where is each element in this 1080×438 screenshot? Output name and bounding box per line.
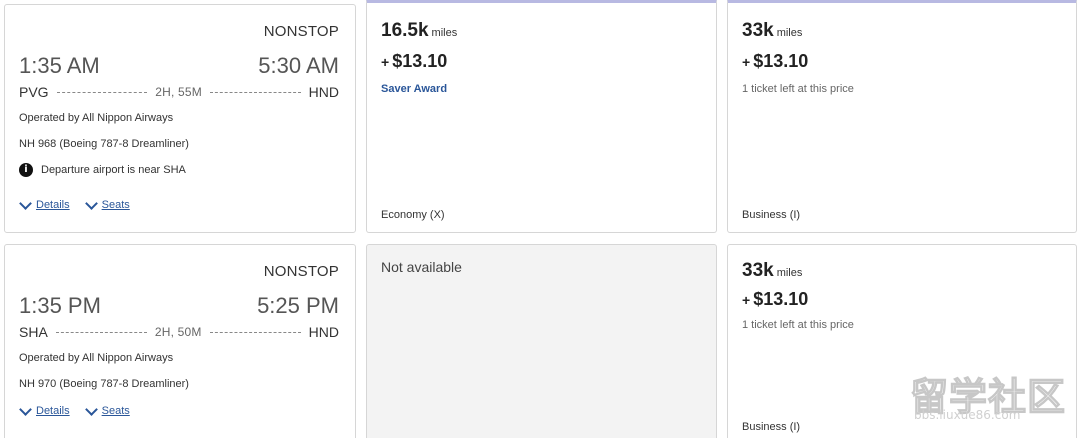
origin-airport: PVG [19, 84, 49, 100]
route-line: PVG 2H, 55M HND [19, 83, 339, 101]
availability-note: 1 ticket left at this price [742, 83, 854, 95]
seats-toggle[interactable]: Seats [84, 196, 130, 211]
airport-notice-text: Departure airport is near SHA [41, 164, 186, 176]
flight-card: NONSTOP 1:35 PM 5:25 PM SHA 2H, 50M HND … [4, 244, 356, 438]
flight-links: Details Seats [19, 402, 145, 417]
arrival-time: 5:30 AM [258, 53, 339, 78]
plus-sign: + [381, 54, 390, 70]
fare-price: + $13.10 [742, 51, 808, 72]
miles-value: 33k [742, 260, 774, 281]
not-available-label: Not available [381, 259, 462, 275]
stops-label: NONSTOP [263, 23, 339, 40]
stops-label: NONSTOP [263, 263, 339, 280]
seats-label: Seats [101, 405, 130, 417]
seats-toggle[interactable]: Seats [84, 402, 130, 417]
plus-sign: + [742, 292, 751, 308]
fare-cell-business[interactable]: 33k miles + $13.10 1 ticket left at this p… [727, 0, 1077, 233]
details-label: Details [36, 405, 70, 417]
destination-airport: HND [308, 84, 339, 100]
fare-miles: 16.5k miles [381, 20, 457, 42]
info-circle-icon: i [19, 163, 33, 177]
cabin-class: Business (I) [742, 209, 801, 221]
fare-cell-unavailable: Not available [366, 244, 717, 438]
chevron-down-icon [84, 196, 98, 210]
flight-number: NH 968 (Boeing 787-8 Dreamliner) [19, 138, 189, 150]
fare-miles: 33k miles [742, 20, 802, 42]
flight-card: NONSTOP 1:35 AM 5:30 AM PVG 2H, 55M HND … [4, 4, 356, 233]
seats-label: Seats [101, 199, 130, 211]
flight-links: Details Seats [19, 196, 145, 211]
chevron-down-icon [84, 402, 98, 416]
flight-duration: 2H, 50M [154, 325, 202, 339]
arrival-time: 5:25 PM [257, 293, 339, 318]
miles-unit: miles [776, 267, 803, 279]
miles-value: 16.5k [381, 20, 429, 41]
route-divider [209, 331, 301, 333]
departure-time: 1:35 PM [19, 293, 101, 318]
route-divider [210, 91, 301, 93]
price-value: $13.10 [753, 289, 809, 309]
flight-duration: 2H, 55M [155, 85, 202, 99]
operator-text: Operated by All Nippon Airways [19, 112, 174, 124]
miles-unit: miles [431, 27, 458, 39]
route-divider [56, 91, 148, 93]
destination-airport: HND [308, 324, 339, 340]
price-value: $13.10 [753, 51, 809, 71]
fare-price: + $13.10 [381, 51, 447, 72]
route-line: SHA 2H, 50M HND [19, 323, 339, 341]
availability-note: 1 ticket left at this price [742, 319, 854, 331]
airport-notice: i Departure airport is near SHA [19, 163, 186, 177]
origin-airport: SHA [19, 324, 48, 340]
price-value: $13.10 [392, 51, 448, 71]
details-label: Details [36, 199, 70, 211]
flight-number: NH 970 (Boeing 787-8 Dreamliner) [19, 378, 189, 390]
cabin-class: Economy (X) [381, 209, 445, 221]
cabin-class: Business (I) [742, 421, 801, 433]
details-toggle[interactable]: Details [19, 402, 70, 417]
chevron-down-icon [19, 402, 32, 416]
details-toggle[interactable]: Details [19, 196, 70, 211]
departure-time: 1:35 AM [19, 53, 100, 78]
fare-price: + $13.10 [742, 289, 808, 310]
miles-unit: miles [776, 27, 803, 39]
fare-miles: 33k miles [742, 260, 802, 282]
saver-award-label: Saver Award [381, 83, 448, 95]
miles-value: 33k [742, 20, 774, 41]
fare-cell-business[interactable]: 33k miles + $13.10 1 ticket left at this p… [727, 244, 1077, 438]
fare-cell-economy[interactable]: 16.5k miles + $13.10 Saver Award Economy (… [366, 0, 717, 233]
operator-text: Operated by All Nippon Airways [19, 352, 174, 364]
chevron-down-icon [19, 196, 32, 210]
route-divider [55, 331, 147, 333]
plus-sign: + [742, 54, 751, 70]
